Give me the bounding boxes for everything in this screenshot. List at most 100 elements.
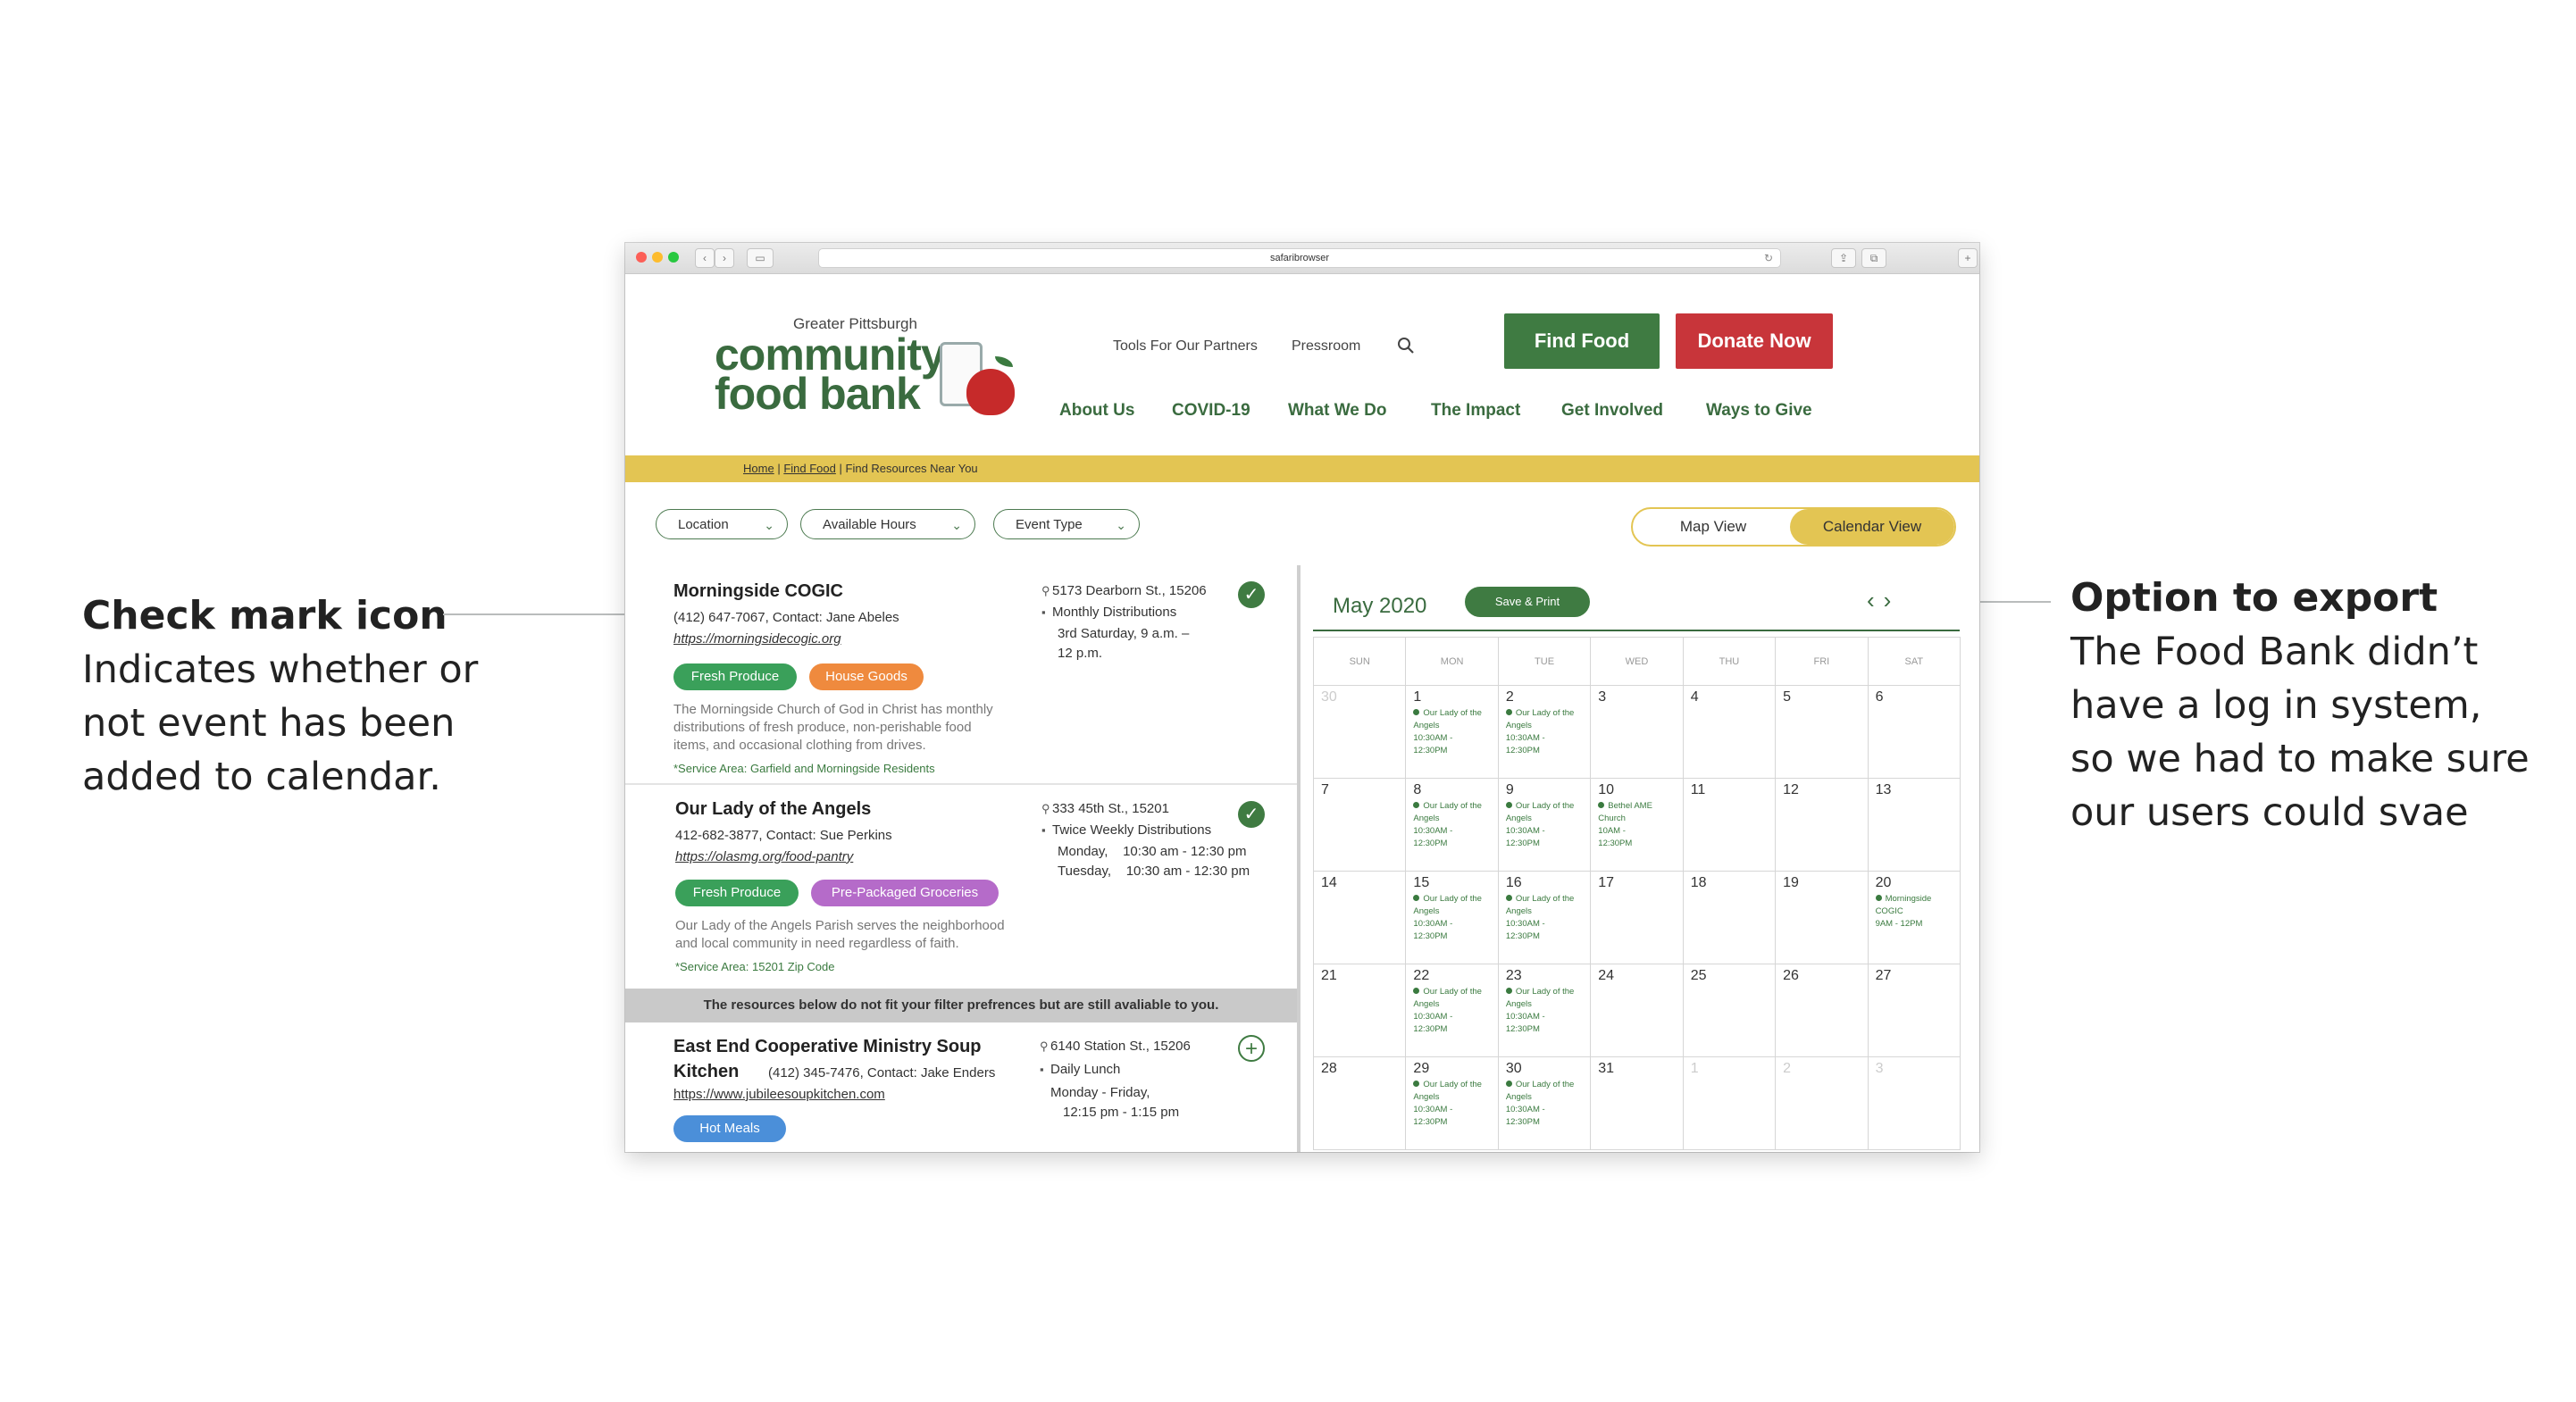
search-icon[interactable] xyxy=(1397,337,1415,355)
calendar-event[interactable]: Our Lady of the Angels 10:30AM - 12:30PM xyxy=(1506,707,1592,757)
resource-schedule-line: ▪ Twice Weekly Distributions xyxy=(1041,822,1211,838)
calendar-event[interactable]: Our Lady of the Angels 10:30AM - 12:30PM xyxy=(1413,707,1499,757)
new-tab-icon[interactable]: + xyxy=(1958,248,1978,268)
calendar-day-cell[interactable]: 16 Our Lady of the Angels 10:30AM - 12:30PM xyxy=(1498,872,1592,964)
calendar-day-cell[interactable]: 8 Our Lady of the Angels 10:30AM - 12:30PM xyxy=(1406,779,1499,872)
calendar-day-cell[interactable]: 30 Our Lady of the Angels 10:30AM - 12:30PM xyxy=(1498,1057,1592,1150)
tag-fresh-produce[interactable]: Fresh Produce xyxy=(675,880,799,906)
list-item[interactable]: Our Lady of the Angels 412-682-3877, Con… xyxy=(625,787,1297,989)
resource-name[interactable]: Morningside COGIC xyxy=(673,581,843,602)
forward-icon[interactable]: › xyxy=(715,248,734,268)
donate-now-button[interactable]: Donate Now xyxy=(1676,313,1833,369)
nav-the-impact[interactable]: The Impact xyxy=(1431,401,1520,421)
calendar-event[interactable]: Our Lady of the Angels 10:30AM - 12:30PM xyxy=(1413,893,1499,943)
calendar-day-cell[interactable]: 21 xyxy=(1314,964,1407,1057)
resource-name[interactable]: Our Lady of the Angels xyxy=(675,799,871,820)
tag-pre-packaged-groceries[interactable]: Pre-Packaged Groceries xyxy=(811,880,999,906)
site-logo[interactable]: Greater Pittsburgh community food bank xyxy=(715,315,1036,431)
resource-name-continued[interactable]: Kitchen xyxy=(673,1062,739,1082)
calendar-day-cell[interactable]: 11 xyxy=(1683,779,1777,872)
minimize-window-icon[interactable] xyxy=(652,252,663,263)
calendar-day-cell[interactable]: 17 xyxy=(1591,872,1684,964)
calendar-event[interactable]: Our Lady of the Angels 10:30AM - 12:30PM xyxy=(1506,986,1592,1036)
calendar-day-cell[interactable]: 24 xyxy=(1591,964,1684,1057)
resource-url[interactable]: https://morningsidecogic.org xyxy=(673,631,841,647)
resource-url[interactable]: https://olasmg.org/food-pantry xyxy=(675,849,853,864)
pressroom-link[interactable]: Pressroom xyxy=(1292,338,1360,355)
calendar-day-cell[interactable]: 14 xyxy=(1314,872,1407,964)
tag-fresh-produce[interactable]: Fresh Produce xyxy=(673,663,797,690)
calendar-day-cell[interactable]: 19 xyxy=(1776,872,1869,964)
calendar-day-cell[interactable]: 18 xyxy=(1683,872,1777,964)
calendar-day-cell[interactable]: 15 Our Lady of the Angels 10:30AM - 12:30PM xyxy=(1406,872,1499,964)
calendar-event[interactable]: Bethel AME Church 10AM - 12:30PM xyxy=(1598,800,1684,850)
save-print-button[interactable]: Save & Print xyxy=(1465,587,1590,617)
nav-about-us[interactable]: About Us xyxy=(1059,401,1134,421)
calendar-day-cell[interactable]: 22 Our Lady of the Angels 10:30AM - 12:30PM xyxy=(1406,964,1499,1057)
calendar-day-cell[interactable]: 6 xyxy=(1868,686,1961,779)
calendar-day-cell[interactable]: 3 xyxy=(1868,1057,1961,1150)
calendar-day-cell[interactable]: 23 Our Lady of the Angels 10:30AM - 12:30PM xyxy=(1498,964,1592,1057)
calendar-day-cell[interactable]: 10 Bethel AME Church 10AM - 12:30PM xyxy=(1591,779,1684,872)
calendar-event[interactable]: Our Lady of the Angels 10:30AM - 12:30PM xyxy=(1506,893,1592,943)
next-month-icon[interactable]: › xyxy=(1884,587,1901,613)
calendar-event[interactable]: Morningside COGIC 9AM - 12PM xyxy=(1876,893,1961,930)
nav-covid-19[interactable]: COVID-19 xyxy=(1172,401,1250,421)
nav-ways-to-give[interactable]: Ways to Give xyxy=(1706,401,1812,421)
back-icon[interactable]: ‹ xyxy=(695,248,715,268)
calendar-day-cell[interactable]: 9 Our Lady of the Angels 10:30AM - 12:30PM xyxy=(1498,779,1592,872)
calendar-day-cell[interactable]: 28 xyxy=(1314,1057,1407,1150)
tag-house-goods[interactable]: House Goods xyxy=(809,663,924,690)
tools-for-partners-link[interactable]: Tools For Our Partners xyxy=(1113,338,1258,355)
reload-icon[interactable]: ↻ xyxy=(1764,249,1773,267)
calendar-day-cell[interactable]: 13 xyxy=(1868,779,1961,872)
filter-location[interactable]: Location ⌄ xyxy=(656,509,788,539)
nav-what-we-do[interactable]: What We Do xyxy=(1288,401,1386,421)
calendar-day-cell[interactable]: 27 xyxy=(1868,964,1961,1057)
resource-url[interactable]: https://www.jubileesoupkitchen.com xyxy=(673,1087,885,1102)
add-to-calendar-icon[interactable]: + xyxy=(1238,1035,1265,1062)
breadcrumb-home[interactable]: Home xyxy=(743,462,774,475)
calendar-day-cell[interactable]: 1 xyxy=(1683,1057,1777,1150)
breadcrumb-find-food[interactable]: Find Food xyxy=(783,462,836,475)
calendar-day-cell[interactable]: 30 xyxy=(1314,686,1407,779)
zoom-window-icon[interactable] xyxy=(668,252,679,263)
calendar-day-cell[interactable]: 3 xyxy=(1591,686,1684,779)
check-mark-icon[interactable]: ✓ xyxy=(1238,581,1265,608)
calendar-day-cell[interactable]: 2 Our Lady of the Angels 10:30AM - 12:30PM xyxy=(1498,686,1592,779)
calendar-day-cell[interactable]: 25 xyxy=(1683,964,1777,1057)
map-view-button[interactable]: Map View xyxy=(1633,509,1794,545)
calendar-day-cell[interactable]: 1 Our Lady of the Angels 10:30AM - 12:30PM xyxy=(1406,686,1499,779)
calendar-day-cell[interactable]: 31 xyxy=(1591,1057,1684,1150)
nav-get-involved[interactable]: Get Involved xyxy=(1561,401,1663,421)
calendar-event[interactable]: Our Lady of the Angels 10:30AM - 12:30PM xyxy=(1413,986,1499,1036)
list-item[interactable]: East End Cooperative Ministry Soup Kitch… xyxy=(625,1022,1297,1152)
calendar-view-button[interactable]: Calendar View xyxy=(1790,509,1954,545)
address-bar[interactable]: safaribrowser ↻ xyxy=(818,248,1781,268)
filter-available-hours[interactable]: Available Hours ⌄ xyxy=(800,509,975,539)
calendar-day-cell[interactable]: 5 xyxy=(1776,686,1869,779)
calendar-event[interactable]: Our Lady of the Angels 10:30AM - 12:30PM xyxy=(1506,1079,1592,1129)
calendar-day-cell[interactable]: 12 xyxy=(1776,779,1869,872)
filter-event-type[interactable]: Event Type ⌄ xyxy=(993,509,1140,539)
find-food-button[interactable]: Find Food xyxy=(1504,313,1660,369)
sidebar-icon[interactable]: ▭ xyxy=(747,248,774,268)
tag-hot-meals[interactable]: Hot Meals xyxy=(673,1115,786,1142)
tabs-icon[interactable]: ⧉ xyxy=(1861,248,1886,268)
day-number: 3 xyxy=(1598,689,1607,705)
list-item[interactable]: Morningside COGIC (412) 647-7067, Contac… xyxy=(625,565,1297,780)
prev-month-icon[interactable]: ‹ xyxy=(1867,587,1884,613)
close-window-icon[interactable] xyxy=(636,252,647,263)
share-icon[interactable]: ⇪ xyxy=(1831,248,1856,268)
resource-name[interactable]: East End Cooperative Ministry Soup xyxy=(673,1037,982,1057)
calendar-day-cell[interactable]: 4 xyxy=(1683,686,1777,779)
calendar-day-cell[interactable]: 7 xyxy=(1314,779,1407,872)
calendar-day-cell[interactable]: 20 Morningside COGIC 9AM - 12PM xyxy=(1868,872,1961,964)
calendar-day-cell[interactable]: 26 xyxy=(1776,964,1869,1057)
check-mark-icon[interactable]: ✓ xyxy=(1238,801,1265,828)
calendar-day-cell[interactable]: 29 Our Lady of the Angels 10:30AM - 12:30PM xyxy=(1406,1057,1499,1150)
calendar-day-cell[interactable]: 2 xyxy=(1776,1057,1869,1150)
calendar-event[interactable]: Our Lady of the Angels 10:30AM - 12:30PM xyxy=(1413,1079,1499,1129)
calendar-event[interactable]: Our Lady of the Angels 10:30AM - 12:30PM xyxy=(1413,800,1499,850)
calendar-event[interactable]: Our Lady of the Angels 10:30AM - 12:30PM xyxy=(1506,800,1592,850)
